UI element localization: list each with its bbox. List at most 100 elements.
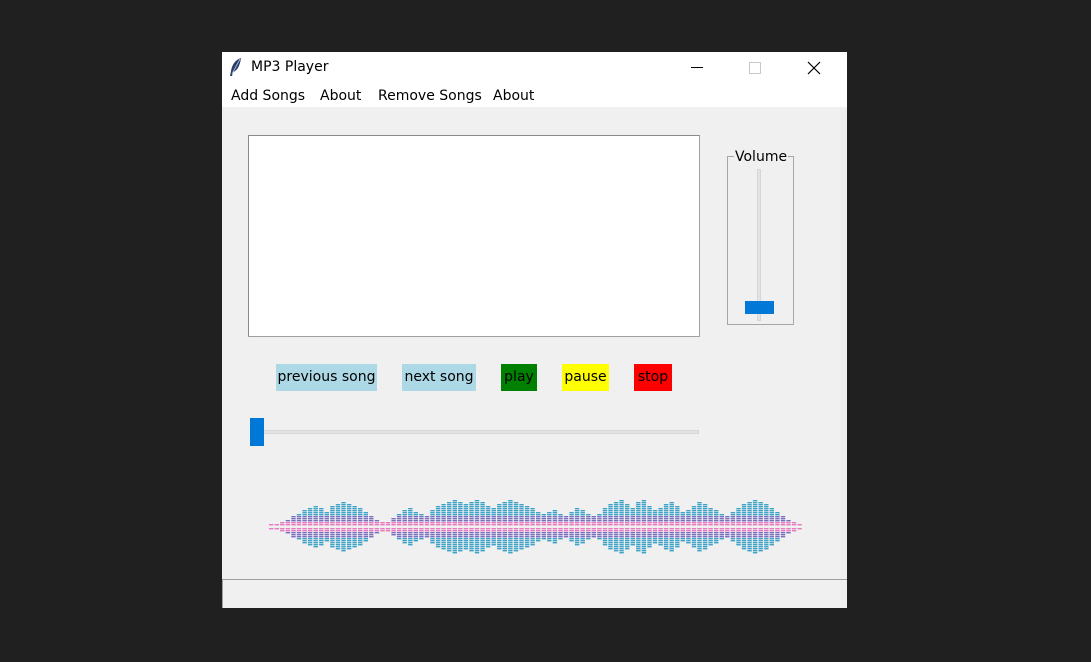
- wave-segment: [586, 524, 591, 526]
- menu-add-songs[interactable]: Add Songs: [231, 87, 305, 105]
- maximize-button[interactable]: [729, 52, 787, 83]
- wave-segment: [280, 522, 285, 524]
- wave-segment: [391, 534, 396, 536]
- menu-about-2[interactable]: About: [493, 87, 534, 105]
- wave-segment: [613, 508, 619, 510]
- wave-segment: [502, 504, 507, 506]
- wave-segment: [474, 532, 480, 534]
- wave-segment: [586, 532, 591, 534]
- wave-segment: [619, 502, 624, 504]
- wave-segment: [747, 540, 752, 542]
- wave-segment: [291, 522, 296, 524]
- wave-segment: [580, 512, 585, 514]
- wave-segment: [613, 528, 619, 530]
- close-button[interactable]: [788, 52, 846, 83]
- wave-segment: [441, 532, 446, 534]
- volume-slider-track[interactable]: [757, 169, 761, 321]
- wave-segment: [686, 522, 691, 524]
- wave-segment: [786, 520, 791, 522]
- wave-segment: [408, 538, 413, 540]
- wave-segment: [402, 540, 407, 542]
- wave-segment: [580, 514, 585, 516]
- wave-segment: [719, 530, 724, 532]
- menu-about[interactable]: About: [320, 87, 361, 105]
- stop-button[interactable]: stop: [634, 364, 672, 391]
- wave-segment: [285, 522, 291, 524]
- wave-segment: [691, 536, 697, 538]
- wave-segment: [419, 536, 424, 538]
- wave-segment: [491, 542, 496, 544]
- wave-segment: [524, 512, 530, 514]
- wave-segment: [491, 538, 496, 540]
- wave-segment: [669, 510, 674, 512]
- wave-segment: [346, 514, 352, 516]
- wave-segment: [580, 518, 585, 520]
- wave-segment: [602, 528, 608, 530]
- wave-segment: [419, 538, 424, 540]
- volume-slider-thumb[interactable]: [745, 301, 774, 314]
- wave-segment: [675, 540, 680, 542]
- wave-segment: [435, 522, 441, 524]
- wave-segment: [747, 536, 752, 538]
- wave-segment: [497, 512, 502, 514]
- wave-segment: [647, 512, 652, 514]
- wave-segment: [480, 522, 485, 524]
- song-progress-thumb[interactable]: [250, 418, 264, 446]
- wave-segment: [608, 544, 613, 546]
- wave-segment: [491, 516, 496, 518]
- wave-segment: [708, 518, 713, 520]
- wave-segment: [502, 530, 507, 532]
- menu-remove-songs[interactable]: Remove Songs: [378, 87, 482, 105]
- wave-segment: [725, 530, 730, 532]
- wave-segment: [324, 536, 329, 538]
- wave-segment: [752, 540, 758, 542]
- wave-segment: [608, 520, 613, 522]
- wave-segment: [580, 510, 585, 512]
- wave-segment: [547, 532, 552, 534]
- wave-segment: [725, 536, 730, 538]
- wave-segment: [319, 514, 324, 516]
- title-bar[interactable]: MP3 Player: [222, 52, 847, 83]
- wave-segment: [485, 534, 491, 536]
- wave-segment: [463, 536, 469, 538]
- wave-segment: [747, 518, 752, 520]
- previous-song-button[interactable]: previous song: [276, 364, 377, 391]
- wave-segment: [530, 538, 535, 540]
- wave-segment: [497, 522, 502, 524]
- song-progress-track[interactable]: [250, 430, 699, 434]
- wave-segment: [435, 520, 441, 522]
- pause-button[interactable]: pause: [562, 364, 609, 391]
- wave-segment: [625, 520, 630, 522]
- wave-segment: [524, 522, 530, 524]
- wave-segment: [669, 520, 674, 522]
- play-button[interactable]: play: [501, 364, 537, 391]
- wave-segment: [663, 534, 669, 536]
- wave-segment: [741, 528, 747, 530]
- wave-segment: [485, 544, 491, 546]
- wave-segment: [430, 516, 435, 518]
- wave-segment: [569, 524, 574, 526]
- wave-segment: [641, 548, 647, 550]
- wave-segment: [708, 536, 713, 538]
- wave-segment: [636, 550, 641, 552]
- song-listbox[interactable]: [248, 135, 700, 337]
- wave-segment: [363, 536, 368, 538]
- wave-segment: [430, 540, 435, 542]
- wave-segment: [652, 538, 658, 540]
- next-song-button[interactable]: next song: [402, 364, 476, 391]
- wave-segment: [608, 530, 613, 532]
- wave-segment: [491, 510, 496, 512]
- wave-segment: [413, 536, 418, 538]
- wave-segment: [725, 528, 730, 530]
- wave-segment: [725, 520, 730, 522]
- wave-segment: [419, 524, 424, 526]
- wave-segment: [552, 516, 558, 518]
- wave-segment: [675, 506, 680, 508]
- minimize-button[interactable]: [671, 52, 729, 83]
- wave-segment: [419, 522, 424, 524]
- wave-segment: [636, 510, 641, 512]
- wave-segment: [463, 534, 469, 536]
- wave-segment: [714, 522, 719, 524]
- wave-segment: [764, 530, 769, 532]
- wave-segment: [574, 514, 580, 516]
